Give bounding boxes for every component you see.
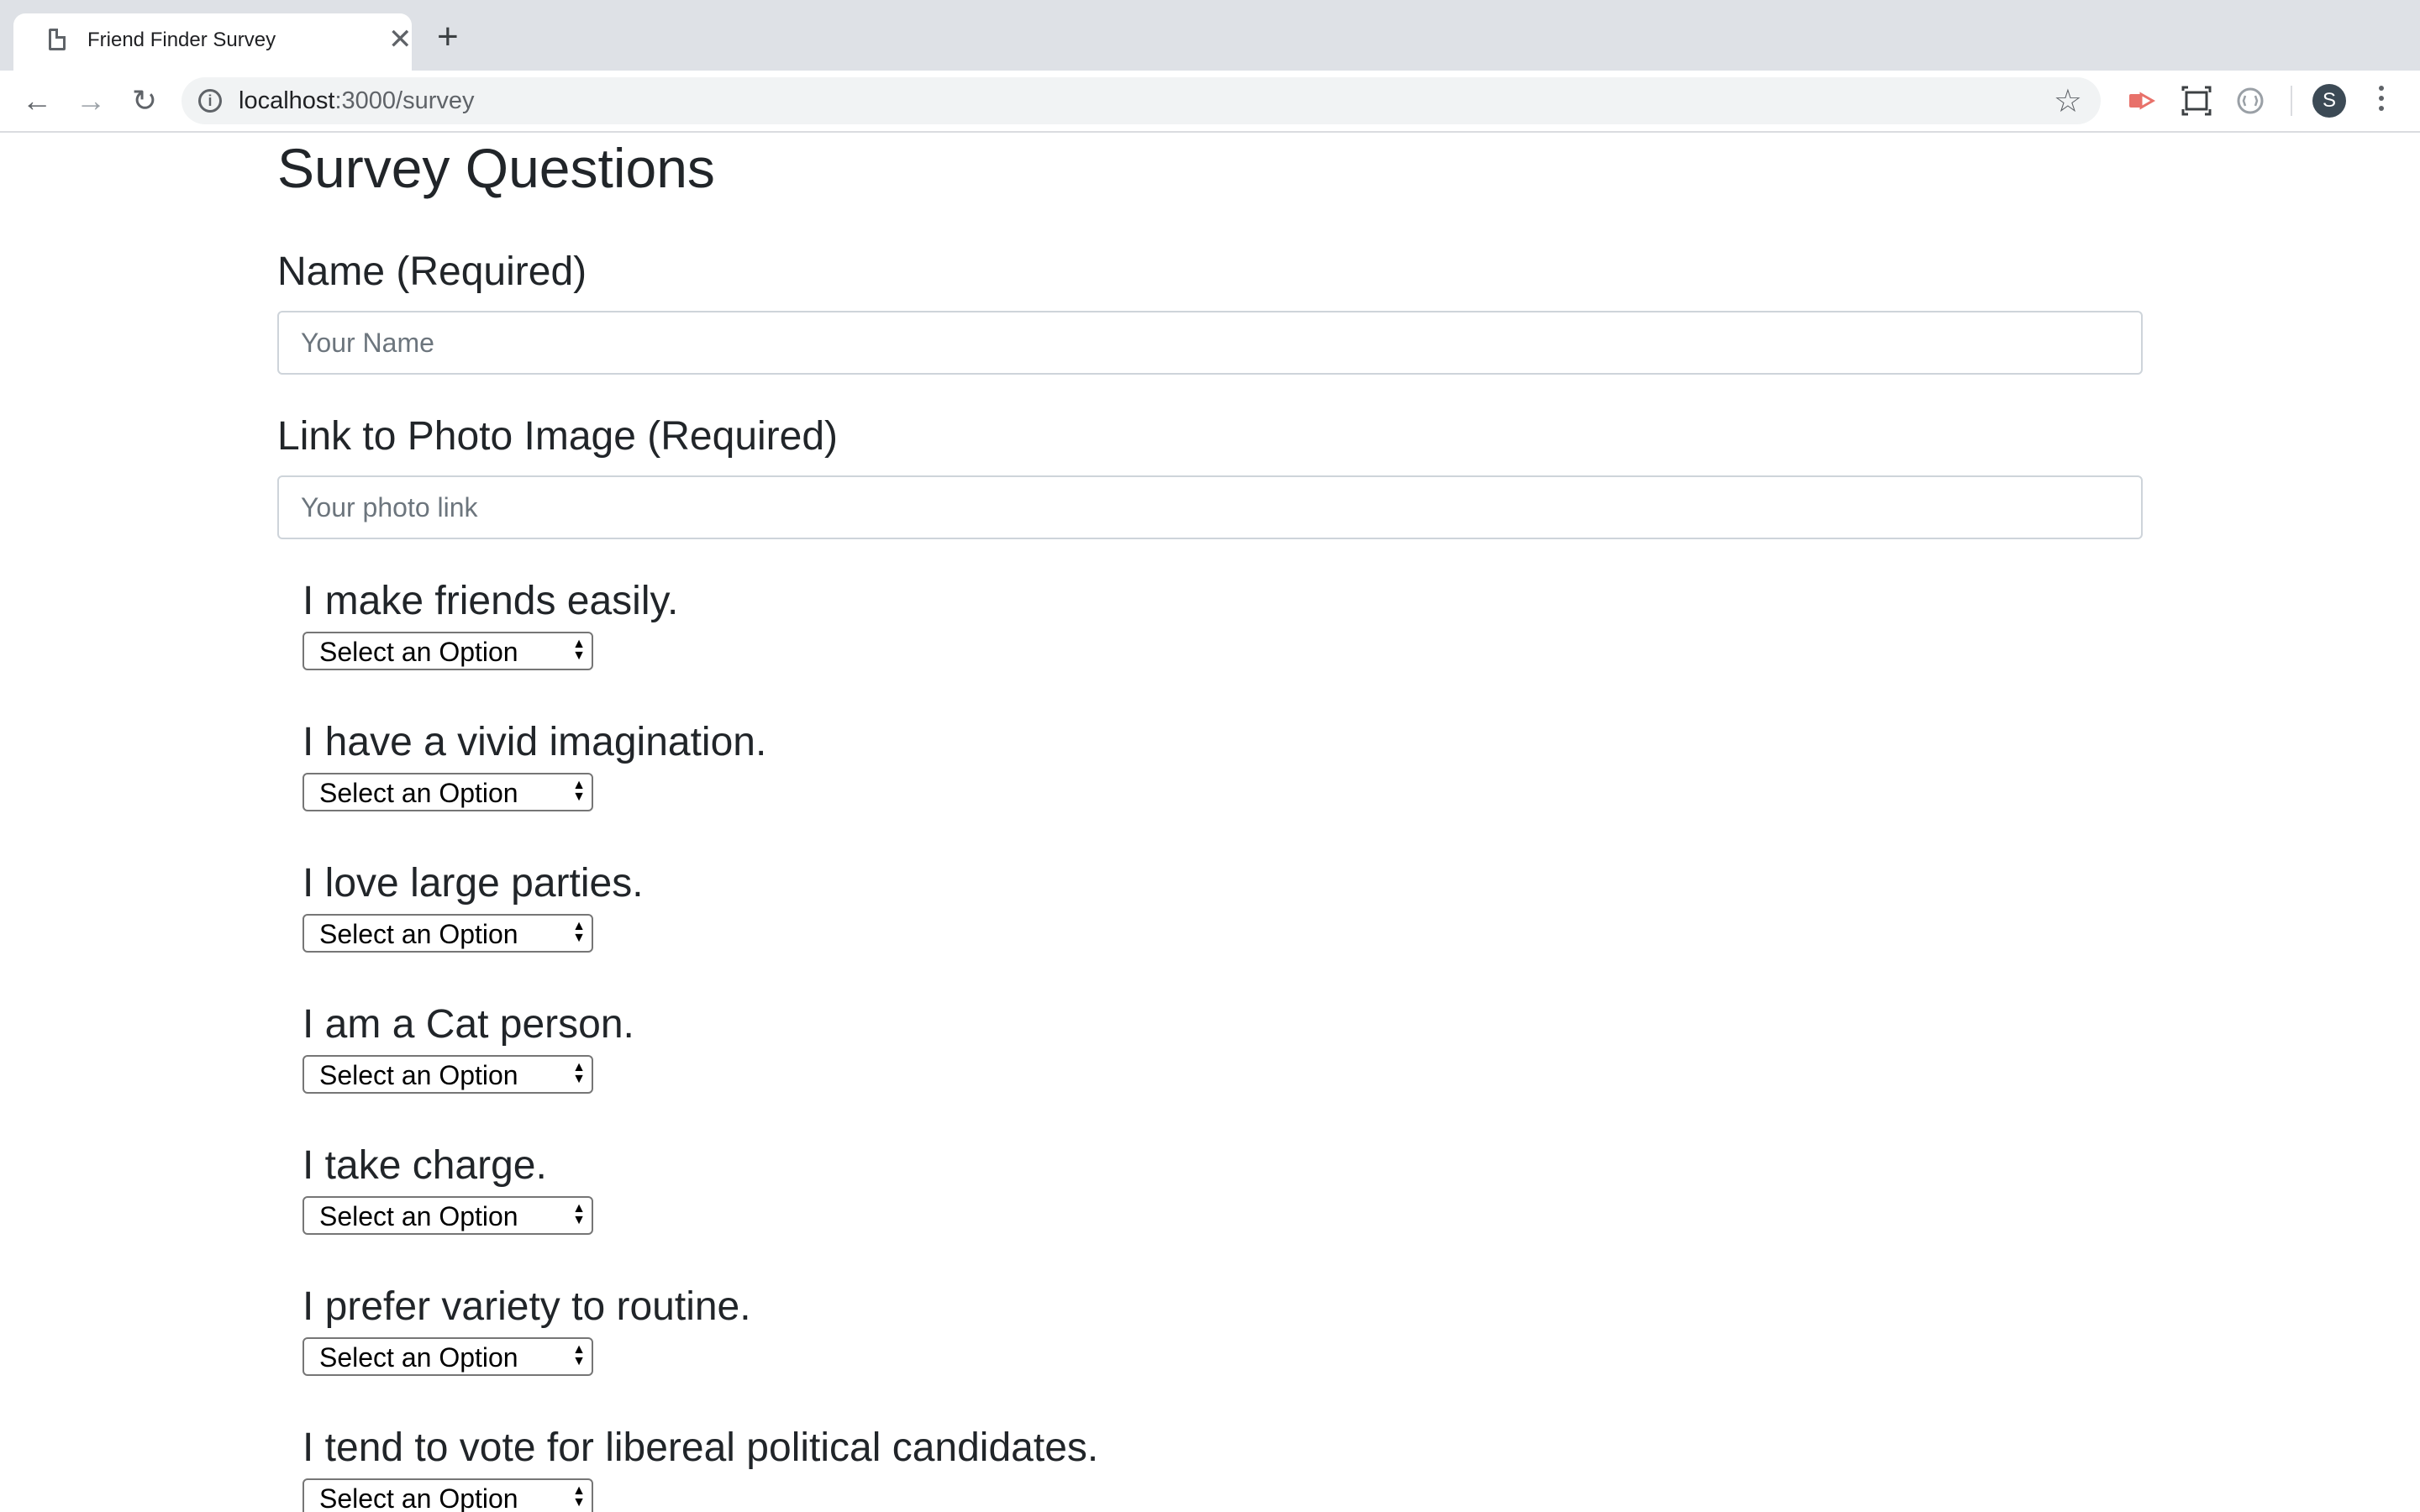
question-5: I take charge. Select an Option ▲ ▼ [302,1142,593,1235]
tab-title: Friend Finder Survey [87,29,276,51]
question-4: I am a Cat person. Select an Option ▲ ▼ [302,1001,634,1094]
page-title: Survey Questions [277,137,715,199]
answer-select-6[interactable]: Select an Option ▲ ▼ [302,1337,593,1376]
answer-select-7[interactable]: Select an Option ▲ ▼ [302,1478,593,1512]
select-value: Select an Option [319,1342,518,1373]
photo-link-input[interactable] [277,475,2143,539]
name-input[interactable] [277,311,2143,375]
select-arrows-icon: ▲ ▼ [572,1060,586,1086]
answer-select-3[interactable]: Select an Option ▲ ▼ [302,914,593,953]
browser-toolbar: ← → ↻ i localhost:3000/survey ☆ S [0,71,2420,133]
select-value: Select an Option [319,1060,518,1090]
browser-chrome: Friend Finder Survey ✕ + ← → ↻ i localho… [0,0,2420,133]
browser-menu-icon[interactable] [2375,86,2388,116]
answer-select-2[interactable]: Select an Option ▲ ▼ [302,773,593,811]
answer-select-4[interactable]: Select an Option ▲ ▼ [302,1055,593,1094]
browser-tab[interactable]: Friend Finder Survey ✕ [13,13,413,71]
select-value: Select an Option [319,778,518,808]
page-icon [49,29,66,50]
photo-label: Link to Photo Image (Required) [277,414,839,459]
question-text: I prefer variety to routine. [302,1284,751,1329]
page-content: Survey Questions Name (Required) Link to… [0,133,2420,1512]
select-arrows-icon: ▲ ▼ [572,1342,586,1368]
toolbar-divider [2291,86,2292,116]
select-arrows-icon: ▲ ▼ [572,919,586,945]
select-arrows-icon: ▲ ▼ [572,1201,586,1227]
select-value: Select an Option [319,919,518,949]
info-icon[interactable]: i [198,89,222,113]
question-text: I have a vivid imagination. [302,720,767,764]
question-1: I make friends easily. Select an Option … [302,578,679,670]
select-arrows-icon: ▲ ▼ [572,637,586,663]
answer-select-1[interactable]: Select an Option ▲ ▼ [302,632,593,670]
question-2: I have a vivid imagination. Select an Op… [302,719,767,811]
reload-button[interactable]: ↻ [123,79,166,123]
select-value: Select an Option [319,637,518,667]
question-text: I tend to vote for libereal political ca… [302,1425,1099,1470]
address-bar[interactable]: i localhost:3000/survey ☆ [182,77,2101,124]
extension-icon[interactable] [2235,86,2265,116]
question-text: I take charge. [302,1143,547,1188]
select-arrows-icon: ▲ ▼ [572,778,586,804]
question-text: I make friends easily. [302,579,679,623]
tab-strip: Friend Finder Survey ✕ + [0,0,2420,71]
url-path: :3000/survey [334,87,475,114]
url-host: localhost [239,87,335,114]
question-text: I am a Cat person. [302,1002,634,1047]
profile-avatar[interactable]: S [2312,84,2346,118]
question-6: I prefer variety to routine. Select an O… [302,1284,751,1376]
new-tab-button[interactable]: + [437,18,459,55]
select-arrows-icon: ▲ ▼ [572,1483,586,1509]
select-value: Select an Option [319,1483,518,1512]
question-3: I love large parties. Select an Option ▲… [302,860,644,953]
url-text[interactable]: localhost:3000/survey [239,87,475,115]
question-text: I love large parties. [302,861,644,906]
back-button[interactable]: ← [15,79,59,123]
tab-close-icon[interactable]: ✕ [388,25,413,54]
cast-icon[interactable] [2126,86,2156,116]
answer-select-5[interactable]: Select an Option ▲ ▼ [302,1196,593,1235]
select-value: Select an Option [319,1201,518,1231]
question-7: I tend to vote for libereal political ca… [302,1425,1099,1512]
bookmark-star-icon[interactable]: ☆ [2054,82,2082,120]
name-label: Name (Required) [277,249,587,294]
forward-button[interactable]: → [69,79,113,123]
screenshot-icon[interactable] [2181,86,2212,116]
